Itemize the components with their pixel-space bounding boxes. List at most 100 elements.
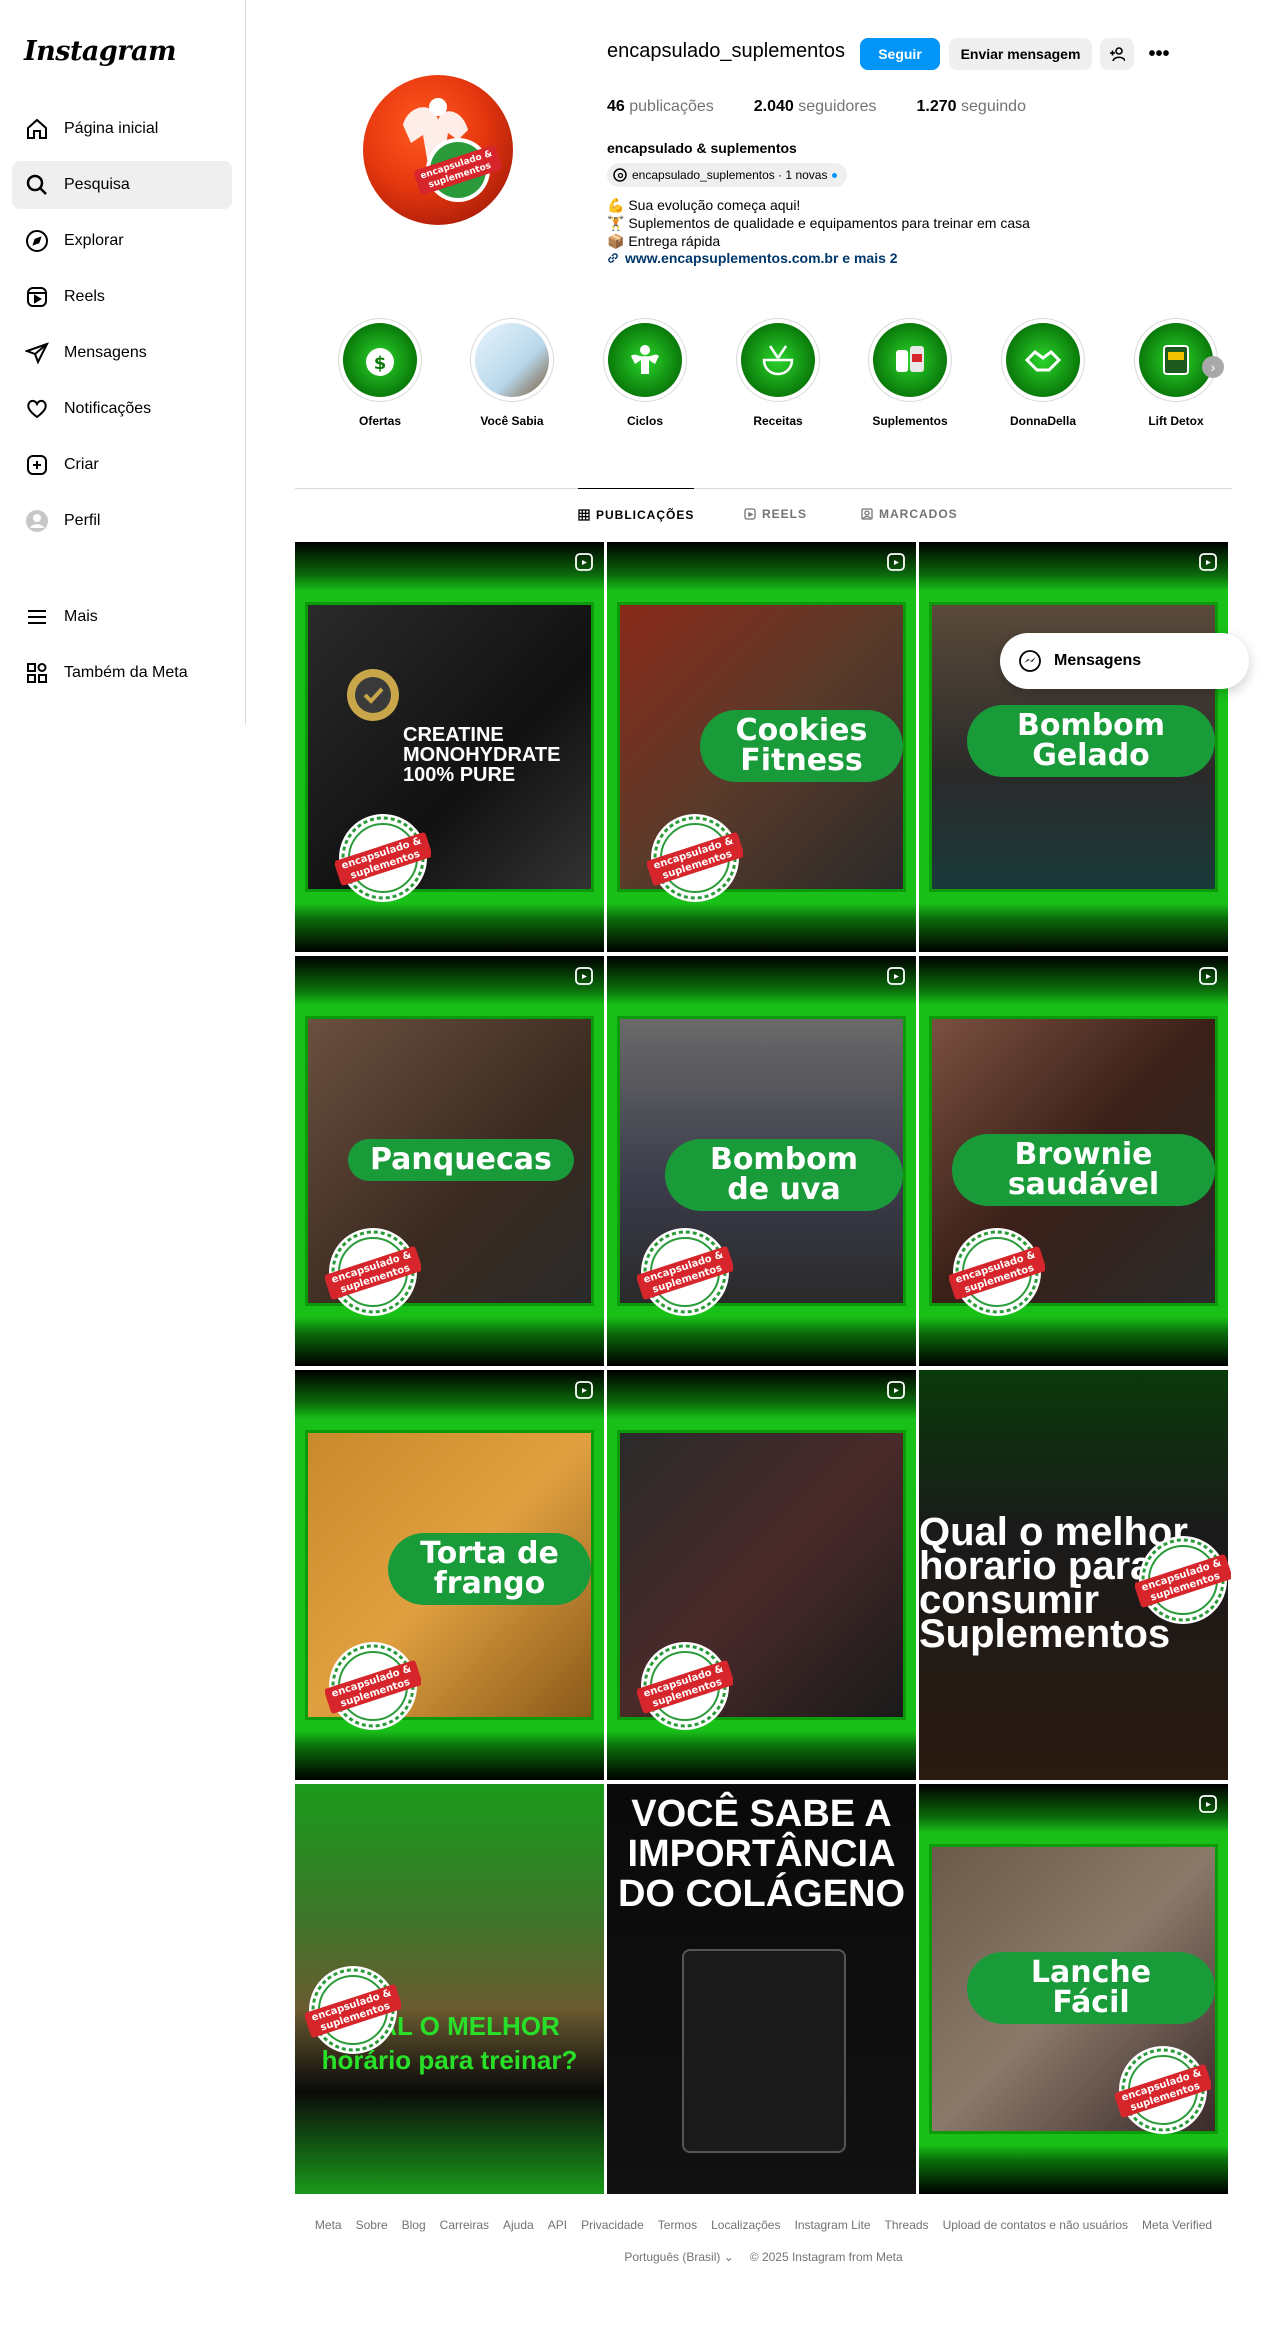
messages-popup-button[interactable]: Mensagens — [1000, 633, 1249, 689]
highlight-label: Você Sabia — [480, 414, 544, 428]
dollar-icon: $ — [343, 323, 417, 397]
brand-seal-icon: encapsulado & suplementos — [305, 1966, 401, 2054]
you-know-thumbnail-icon — [475, 323, 549, 397]
footer-link[interactable]: Instagram Lite — [794, 2218, 870, 2232]
post-tile[interactable]: Bombom Gelado — [919, 542, 1228, 952]
copyright: © 2025 Instagram from Meta — [749, 2250, 903, 2264]
reel-indicator-icon — [575, 1381, 593, 1399]
highlight-label: Suplementos — [872, 414, 948, 428]
post-caption: Torta de frango — [388, 1533, 591, 1605]
tab-posts[interactable]: PUBLICAÇÕES — [578, 488, 695, 541]
sidebar-item-label: Reels — [64, 288, 105, 305]
profile-link[interactable]: www.encapsuplementos.com.br e mais 2 — [607, 250, 898, 266]
sidebar-item-meta-apps[interactable]: Também da Meta — [12, 649, 232, 697]
following-stat[interactable]: 1.270 seguindo — [917, 98, 1026, 116]
reel-indicator-icon — [1199, 1795, 1217, 1813]
bio-line: 📦 Entrega rápida — [607, 233, 721, 249]
footer-link[interactable]: Meta — [315, 2218, 342, 2232]
sidebar-item-notifications[interactable]: Notificações — [12, 385, 232, 433]
highlight-label: Ciclos — [626, 414, 663, 428]
threads-label: encapsulado_suplementos · 1 novas — [632, 168, 828, 182]
avatar-logo: encapsulado & suplementos — [403, 98, 502, 202]
footer-link[interactable]: Localizações — [711, 2218, 780, 2232]
footer-link[interactable]: Ajuda — [503, 2218, 534, 2232]
grid-icon — [578, 509, 590, 521]
instagram-logo[interactable]: Instagram — [24, 36, 177, 67]
menu-icon — [24, 604, 50, 630]
brand-seal-icon: encapsulado & suplementos — [1135, 1536, 1231, 1624]
language-selector[interactable]: Português (Brasil) ⌄ — [624, 2250, 733, 2264]
profile-link-text: www.encapsuplementos.com.br e mais 2 — [625, 250, 898, 266]
tab-label: REELS — [762, 507, 808, 521]
reel-indicator-icon — [887, 967, 905, 985]
highlight-ofertas[interactable]: $ Ofertas — [335, 318, 425, 428]
sidebar-item-label: Também da Meta — [64, 664, 188, 681]
sidebar-item-label: Explorar — [64, 232, 124, 249]
sidebar-item-more[interactable]: Mais — [12, 593, 232, 641]
brand-seal-icon: encapsulado & suplementos — [335, 814, 431, 902]
brand-seal-icon: encapsulado & suplementos — [637, 1228, 733, 1316]
brand-seal-icon: encapsulado & suplementos — [1115, 2046, 1211, 2134]
post-caption: VOCÊ SABE A IMPORTÂNCIA DO COLÁGENO — [617, 1793, 906, 1915]
brand-seal-icon: encapsulado & suplementos — [325, 1228, 421, 1316]
compass-icon — [24, 228, 50, 254]
sidebar-item-profile[interactable]: Perfil — [12, 497, 232, 545]
footer-link[interactable]: Meta Verified — [1142, 2218, 1212, 2232]
follow-button[interactable]: Seguir — [860, 38, 940, 70]
brand-seal-icon: encapsulado & suplementos — [637, 1642, 733, 1730]
tab-label: MARCADOS — [879, 507, 958, 521]
highlight-suplementos[interactable]: Suplementos — [865, 318, 955, 428]
highlights-next-button[interactable]: › — [1202, 356, 1224, 378]
highlight-label: DonnaDella — [1009, 414, 1076, 428]
footer-link[interactable]: API — [548, 2218, 567, 2232]
brand-seal-icon: encapsulado & suplementos — [325, 1642, 421, 1730]
profile-avatar[interactable]: encapsulado & suplementos — [363, 75, 513, 225]
post-caption: CREATINE MONOHYDRATE 100% PURE — [403, 724, 561, 786]
sidebar-item-reels[interactable]: Reels — [12, 273, 232, 321]
suggest-accounts-button[interactable] — [1100, 38, 1134, 70]
footer-bottom: Português (Brasil) ⌄ © 2025 Instagram fr… — [295, 2250, 1232, 2264]
profile-icon — [24, 508, 50, 534]
add-person-icon — [1110, 47, 1125, 62]
tab-reels[interactable]: REELS — [744, 488, 807, 540]
tab-tagged[interactable]: MARCADOS — [861, 488, 958, 540]
more-options-button[interactable]: ••• — [1142, 38, 1176, 70]
heart-icon — [24, 396, 50, 422]
footer-link[interactable]: Termos — [658, 2218, 697, 2232]
sidebar-item-create[interactable]: Criar — [12, 441, 232, 489]
followers-stat[interactable]: 2.040 seguidores — [754, 98, 877, 116]
highlight-receitas[interactable]: Receitas — [733, 318, 823, 428]
sidebar-item-explore[interactable]: Explorar — [12, 217, 232, 265]
post-tile[interactable]: VOCÊ SABE A IMPORTÂNCIA DO COLÁGENO — [607, 1784, 916, 2194]
story-highlights: $ Ofertas Você Sabia Ciclos Receitas Sup… — [335, 318, 1235, 438]
highlight-label: Lift Detox — [1148, 414, 1204, 428]
highlight-donnadella[interactable]: DonnaDella — [998, 318, 1088, 428]
sidebar-item-search[interactable]: Pesquisa — [12, 161, 232, 209]
reels-icon — [24, 284, 50, 310]
post-caption: Brownie saudável — [952, 1134, 1215, 1206]
sidebar-item-label: Página inicial — [64, 120, 159, 137]
sidebar-item-label: Mais — [64, 608, 98, 625]
post-caption: Cookies Fitness — [700, 710, 903, 782]
messages-popup-label: Mensagens — [1054, 652, 1142, 669]
search-icon — [24, 172, 50, 198]
sidebar-item-label: Criar — [64, 456, 99, 473]
sidebar-item-home[interactable]: Página inicial — [12, 105, 232, 153]
reel-indicator-icon — [887, 1381, 905, 1399]
footer-link[interactable]: Upload de contatos e não usuários — [943, 2218, 1128, 2232]
threads-badge[interactable]: encapsulado_suplementos · 1 novas — [607, 163, 848, 187]
meta-apps-icon — [24, 660, 50, 686]
sidebar-item-messages[interactable]: Mensagens — [12, 329, 232, 377]
footer-links: Meta Sobre Blog Carreiras Ajuda API Privacidad… — [295, 2218, 1232, 2232]
footer-link[interactable]: Sobre — [356, 2218, 388, 2232]
profile-username: encapsulado_suplementos — [607, 40, 845, 62]
footer-link[interactable]: Blog — [402, 2218, 426, 2232]
reel-indicator-icon — [1199, 553, 1217, 571]
send-message-button[interactable]: Enviar mensagem — [949, 38, 1092, 70]
post-caption: Lanche Fácil — [967, 1952, 1215, 2024]
highlight-voce-sabia[interactable]: Você Sabia — [467, 318, 557, 428]
footer-link[interactable]: Privacidade — [581, 2218, 644, 2232]
highlight-ciclos[interactable]: Ciclos — [600, 318, 690, 428]
footer-link[interactable]: Carreiras — [440, 2218, 489, 2232]
footer-link[interactable]: Threads — [885, 2218, 929, 2232]
